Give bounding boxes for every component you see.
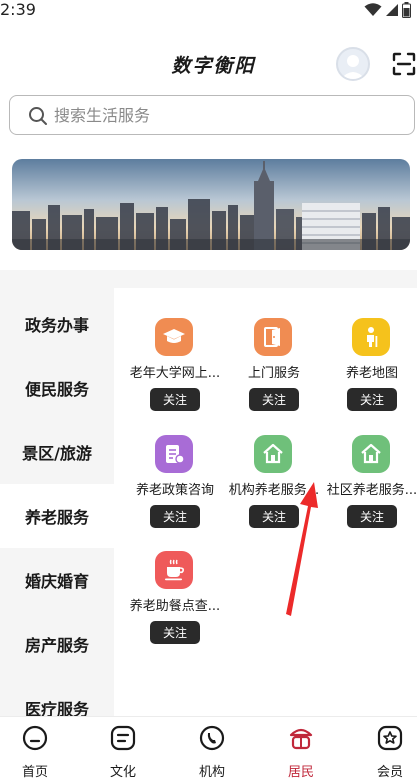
- tab-member[interactable]: 会员: [355, 717, 417, 780]
- sidebar-item-wedding[interactable]: 婚庆婚育: [0, 548, 114, 612]
- city-skyline-banner[interactable]: [12, 159, 410, 250]
- elderly-person-icon: [352, 318, 390, 356]
- follow-button[interactable]: 关注: [150, 621, 200, 644]
- sidebar-item-convenience[interactable]: 便民服务: [0, 356, 114, 420]
- annotation-arrow: [286, 482, 318, 616]
- service-label: 养老助餐点查...: [129, 599, 221, 614]
- resident-icon: [289, 728, 313, 750]
- sidebar-item-housing[interactable]: 房产服务: [0, 612, 114, 676]
- service-item-community-care[interactable]: 社区养老服务... 关注: [322, 435, 417, 545]
- phone-icon: [199, 725, 225, 751]
- follow-button[interactable]: 关注: [249, 388, 299, 411]
- battery-icon: [402, 2, 411, 18]
- service-label: 养老地图: [345, 366, 398, 381]
- status-bar: 2:39: [0, 0, 417, 22]
- house-icon: [254, 435, 292, 473]
- house-icon: [352, 435, 390, 473]
- tab-label: 首页: [21, 765, 48, 780]
- service-item-senior-university[interactable]: 老年大学网上... 关注: [125, 318, 225, 428]
- city-skyline-image: [12, 159, 410, 250]
- tab-culture[interactable]: 文化: [88, 717, 158, 780]
- home-icon: [22, 725, 48, 751]
- sidebar-item-tourism[interactable]: 景区/旅游: [0, 420, 114, 484]
- wifi-icon: [364, 3, 382, 16]
- sidebar-item-elderly-care[interactable]: 养老服务: [0, 484, 114, 548]
- document-icon: [110, 725, 136, 751]
- tab-home[interactable]: 首页: [0, 717, 70, 780]
- status-icons: [364, 2, 411, 18]
- service-item-elderly-map[interactable]: 养老地图 关注: [322, 318, 417, 428]
- follow-button[interactable]: 关注: [150, 505, 200, 528]
- search-input[interactable]: [54, 96, 394, 134]
- sidebar-item-medical[interactable]: 医疗服务: [0, 676, 114, 716]
- follow-button[interactable]: 关注: [150, 388, 200, 411]
- service-item-home-visit[interactable]: 上门服务 关注: [224, 318, 324, 428]
- tab-residents[interactable]: 居民: [266, 717, 336, 780]
- tab-label: 文化: [109, 765, 136, 780]
- follow-button[interactable]: 关注: [347, 505, 397, 528]
- signal-icon: [386, 4, 398, 16]
- section-divider: [0, 270, 417, 288]
- tab-label: 机构: [198, 765, 225, 780]
- service-item-policy-consulting[interactable]: 养老政策咨询 关注: [125, 435, 225, 545]
- bottom-tab-bar: 首页 文化 机构 居民 会员: [0, 716, 417, 780]
- status-time: 2:39: [0, 0, 36, 19]
- tab-label: 会员: [376, 765, 403, 780]
- search-icon: [29, 107, 47, 125]
- user-avatar-icon: [341, 55, 365, 79]
- member-icon: [377, 725, 403, 751]
- tab-label: 居民: [287, 765, 314, 780]
- follow-button[interactable]: 关注: [347, 388, 397, 411]
- sidebar-item-government[interactable]: 政务办事: [0, 292, 114, 356]
- policy-document-icon: [155, 435, 193, 473]
- category-sidebar: 政务办事 便民服务 景区/旅游 养老服务 婚庆婚育 房产服务 医疗服务: [0, 288, 114, 716]
- graduation-cap-icon: [155, 318, 193, 356]
- coffee-cup-icon: [155, 551, 193, 589]
- tab-institutions[interactable]: 机构: [177, 717, 247, 780]
- search-bar[interactable]: [9, 95, 415, 135]
- scan-icon[interactable]: [392, 52, 416, 76]
- avatar[interactable]: [336, 47, 370, 81]
- service-item-meal-assistance[interactable]: 养老助餐点查... 关注: [125, 551, 225, 661]
- door-icon: [254, 318, 292, 356]
